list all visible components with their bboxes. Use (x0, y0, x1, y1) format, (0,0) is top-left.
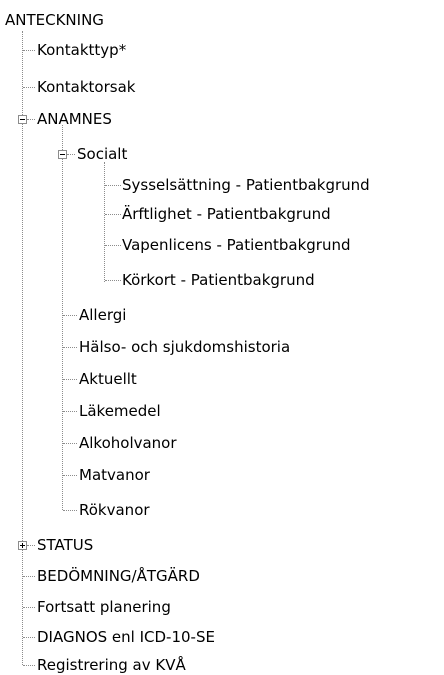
tree-root-anteckning[interactable]: ANTECKNING (5, 11, 104, 29)
tree-item-kontaktorsak[interactable]: Kontaktorsak (37, 78, 135, 96)
tree-connector (105, 280, 121, 281)
tree-guide-root (22, 31, 23, 665)
tree-connector (23, 665, 35, 666)
tree-connector (63, 510, 77, 511)
collapse-toggle-icon[interactable] (58, 150, 67, 159)
tree-connector (63, 315, 77, 316)
tree-connector (105, 245, 121, 246)
tree-connector (105, 214, 121, 215)
tree-connector (63, 475, 77, 476)
tree-item-matvanor[interactable]: Matvanor (79, 466, 150, 484)
tree-guide-anamnes (62, 125, 63, 510)
tree-item-lakemedel[interactable]: Läkemedel (79, 402, 161, 420)
tree-connector (23, 50, 35, 51)
tree-connector (63, 379, 77, 380)
tree-connector (27, 119, 35, 120)
tree-item-socialt[interactable]: Socialt (77, 145, 127, 163)
tree-item-diagnos[interactable]: DIAGNOS enl ICD-10-SE (37, 628, 215, 646)
tree-connector (63, 411, 77, 412)
tree-connector (27, 545, 35, 546)
tree-item-aktuellt[interactable]: Aktuellt (79, 370, 137, 388)
expand-toggle-icon[interactable] (18, 541, 27, 550)
tree-connector (23, 607, 35, 608)
tree-connector (63, 443, 77, 444)
tree-connector (63, 347, 77, 348)
tree-item-arftlighet[interactable]: Ärftlighet - Patientbakgrund (122, 205, 331, 223)
tree-view: ANTECKNING Kontakttyp* Kontaktorsak ANAM… (0, 0, 444, 675)
tree-item-bedomning[interactable]: BEDÖMNING/ÅTGÄRD (37, 567, 200, 585)
tree-connector (23, 87, 35, 88)
tree-item-anamnes[interactable]: ANAMNES (37, 110, 112, 128)
tree-item-fortsatt[interactable]: Fortsatt planering (37, 598, 171, 616)
tree-connector (23, 576, 35, 577)
tree-item-sysselsattning[interactable]: Sysselsättning - Patientbakgrund (122, 176, 370, 194)
tree-item-halso[interactable]: Hälso- och sjukdomshistoria (79, 338, 290, 356)
tree-item-kontakttyp[interactable]: Kontakttyp* (37, 41, 126, 59)
tree-item-rokvanor[interactable]: Rökvanor (79, 501, 150, 519)
collapse-toggle-icon[interactable] (18, 115, 27, 124)
tree-item-allergi[interactable]: Allergi (79, 306, 126, 324)
tree-item-alkoholvanor[interactable]: Alkoholvanor (79, 434, 177, 452)
tree-connector (23, 637, 35, 638)
tree-guide-socialt (104, 162, 105, 282)
tree-connector (105, 185, 121, 186)
tree-item-registrering[interactable]: Registrering av KVÅ (37, 656, 186, 674)
tree-item-vapenlicens[interactable]: Vapenlicens - Patientbakgrund (122, 236, 350, 254)
tree-item-korkort[interactable]: Körkort - Patientbakgrund (122, 271, 315, 289)
tree-item-status[interactable]: STATUS (37, 536, 93, 554)
tree-connector (67, 154, 75, 155)
